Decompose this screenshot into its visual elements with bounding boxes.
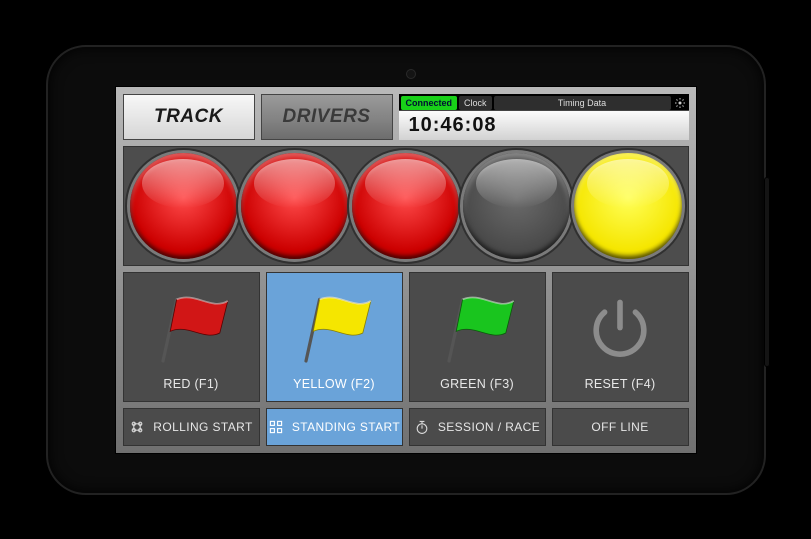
- standing-icon: [268, 419, 284, 435]
- standing-start-button[interactable]: STANDING START: [266, 408, 403, 446]
- power-icon: [557, 281, 684, 377]
- flag-row: RED (F1) YELLOW (F2): [123, 272, 689, 402]
- flag-red-button[interactable]: RED (F1): [123, 272, 260, 402]
- tab-track[interactable]: TRACK: [123, 94, 255, 140]
- start-lights: [123, 146, 689, 266]
- rolling-label: ROLLING START: [153, 420, 252, 434]
- stopwatch-icon: [414, 419, 430, 435]
- green-flag-icon: [414, 281, 541, 377]
- flag-green-label: GREEN (F3): [440, 377, 514, 391]
- status-strip: Connected Clock Timing Data: [399, 94, 689, 110]
- rolling-start-button[interactable]: ROLLING START: [123, 408, 260, 446]
- standing-label: STANDING START: [292, 420, 400, 434]
- clock-display: 10:46:08: [399, 110, 689, 140]
- flag-red-label: RED (F1): [163, 377, 218, 391]
- status-connected: Connected: [401, 96, 458, 110]
- bottom-row: ROLLING START STANDING START SESSION: [123, 408, 689, 446]
- reset-label: RESET (F4): [585, 377, 656, 391]
- header-right: Connected Clock Timing Data 10:46:08: [399, 94, 689, 140]
- gear-icon[interactable]: [673, 96, 687, 110]
- yellow-flag-icon: [271, 281, 398, 377]
- light-1[interactable]: [130, 153, 237, 259]
- offline-button[interactable]: OFF LINE: [552, 408, 689, 446]
- app-screen: TRACK DRIVERS Connected Clock Timing Dat…: [115, 86, 697, 454]
- red-flag-icon: [128, 281, 255, 377]
- status-timing-chip: Timing Data: [494, 96, 671, 110]
- session-label: SESSION / RACE: [438, 420, 540, 434]
- status-clock-chip: Clock: [459, 96, 492, 110]
- tablet-frame: TRACK DRIVERS Connected Clock Timing Dat…: [46, 45, 766, 495]
- session-race-button[interactable]: SESSION / RACE: [409, 408, 546, 446]
- flag-yellow-button[interactable]: YELLOW (F2): [266, 272, 403, 402]
- light-2[interactable]: [241, 153, 348, 259]
- offline-label: OFF LINE: [591, 420, 648, 434]
- reset-button[interactable]: RESET (F4): [552, 272, 689, 402]
- rolling-icon: [129, 419, 145, 435]
- tab-drivers[interactable]: DRIVERS: [261, 94, 393, 140]
- header-row: TRACK DRIVERS Connected Clock Timing Dat…: [123, 94, 689, 140]
- flag-green-button[interactable]: GREEN (F3): [409, 272, 546, 402]
- light-5[interactable]: [574, 153, 681, 259]
- flag-yellow-label: YELLOW (F2): [293, 377, 375, 391]
- light-3[interactable]: [352, 153, 459, 259]
- light-4[interactable]: [463, 153, 570, 259]
